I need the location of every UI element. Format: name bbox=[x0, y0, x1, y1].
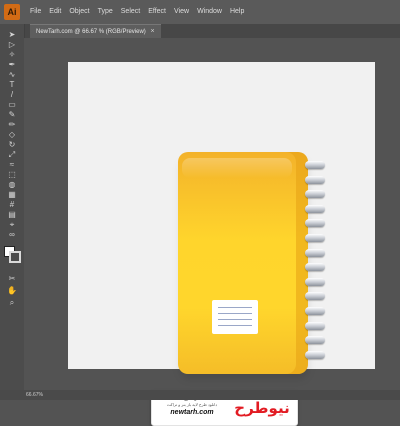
stroke-swatch[interactable] bbox=[9, 251, 21, 263]
menu-file[interactable]: File bbox=[26, 0, 45, 24]
direct-select-icon[interactable]: ▷ bbox=[5, 40, 19, 50]
type-icon[interactable]: T bbox=[5, 80, 19, 90]
gradient-icon[interactable]: ▤ bbox=[5, 210, 19, 220]
menu-effect[interactable]: Effect bbox=[144, 0, 170, 24]
menu-window[interactable]: Window bbox=[193, 0, 226, 24]
watermark-url: newtarh.com bbox=[170, 409, 214, 416]
menu-type[interactable]: Type bbox=[94, 0, 117, 24]
notebook-highlight bbox=[182, 158, 292, 178]
label-line bbox=[218, 307, 252, 308]
free-transform-icon[interactable]: ⬚ bbox=[5, 170, 19, 180]
rotate-icon[interactable]: ↻ bbox=[5, 140, 19, 150]
spiral-ring bbox=[305, 263, 325, 272]
select-icon[interactable]: ➤ bbox=[5, 30, 19, 40]
artboard[interactable] bbox=[68, 62, 375, 379]
spiral-ring bbox=[305, 161, 325, 169]
magic-wand-icon[interactable]: ✧ bbox=[5, 50, 19, 60]
width-icon[interactable]: ≈ bbox=[5, 160, 19, 170]
tools-panel: ➤ ▷ ✧ ✒ ∿ T / ▭ ✎ ✏ ◇ ↻ ⤢ ≈ ⬚ ◍ ▦ # ▤ ⌖ ∞ ✂ ✋ ⌕ bbox=[0, 24, 25, 400]
label-line bbox=[218, 325, 252, 326]
spiral-ring bbox=[305, 248, 325, 257]
menu-edit[interactable]: Edit bbox=[45, 0, 65, 24]
paintbrush-icon[interactable]: ✎ bbox=[5, 110, 19, 120]
shape-builder-icon[interactable]: ◍ bbox=[5, 180, 19, 190]
mesh-icon[interactable]: # bbox=[5, 200, 19, 210]
spiral-ring bbox=[305, 190, 325, 199]
spiral-ring bbox=[305, 307, 325, 315]
label-line bbox=[218, 313, 252, 314]
perspective-icon[interactable]: ▦ bbox=[5, 190, 19, 200]
document-tab-title: NewTarh.com @ 66.67 % (RGB/Preview) bbox=[36, 29, 146, 35]
slice-icon[interactable]: ✂ bbox=[5, 274, 19, 284]
canvas[interactable]: نیوطرح دانلود طرح لایه باز بنر و تراکت n… bbox=[24, 38, 400, 426]
menu-select[interactable]: Select bbox=[117, 0, 144, 24]
status-bar: 66.67% bbox=[0, 390, 400, 400]
document-tab-bar: NewTarh.com @ 66.67 % (RGB/Preview) × bbox=[24, 24, 400, 39]
zoom-icon[interactable]: ⌕ bbox=[5, 298, 19, 308]
pen-icon[interactable]: ✒ bbox=[5, 60, 19, 70]
curvature-icon[interactable]: ∿ bbox=[5, 70, 19, 80]
spiral-ring bbox=[305, 321, 325, 330]
notebook-label bbox=[212, 300, 258, 334]
notebook-illustration[interactable] bbox=[178, 152, 308, 374]
spiral-ring bbox=[305, 350, 325, 359]
line-icon[interactable]: / bbox=[5, 90, 19, 100]
eraser-icon[interactable]: ◇ bbox=[5, 130, 19, 140]
scale-icon[interactable]: ⤢ bbox=[5, 150, 19, 160]
menu-help[interactable]: Help bbox=[226, 0, 248, 24]
spiral-ring bbox=[305, 292, 325, 301]
blend-icon[interactable]: ∞ bbox=[5, 230, 19, 240]
rectangle-icon[interactable]: ▭ bbox=[5, 100, 19, 110]
pencil-icon[interactable]: ✏ bbox=[5, 120, 19, 130]
menu-bar: Ai File Edit Object Type Select Effect V… bbox=[0, 0, 400, 25]
spiral-ring bbox=[305, 234, 325, 242]
zoom-readout[interactable]: 66.67% bbox=[26, 390, 43, 400]
spiral-ring bbox=[305, 219, 325, 228]
document-tab[interactable]: NewTarh.com @ 66.67 % (RGB/Preview) × bbox=[30, 24, 161, 39]
menu-items: File Edit Object Type Select Effect View… bbox=[26, 0, 248, 24]
spiral-ring bbox=[305, 277, 325, 286]
menu-view[interactable]: View bbox=[170, 0, 193, 24]
spiral-ring bbox=[305, 175, 325, 184]
app-logo[interactable]: Ai bbox=[4, 4, 20, 20]
menu-object[interactable]: Object bbox=[65, 0, 93, 24]
hand-icon[interactable]: ✋ bbox=[5, 286, 19, 296]
spiral-ring bbox=[305, 336, 325, 345]
close-icon[interactable]: × bbox=[150, 28, 154, 35]
eyedropper-icon[interactable]: ⌖ bbox=[5, 220, 19, 230]
spiral-ring bbox=[305, 204, 325, 213]
label-line bbox=[218, 319, 252, 320]
